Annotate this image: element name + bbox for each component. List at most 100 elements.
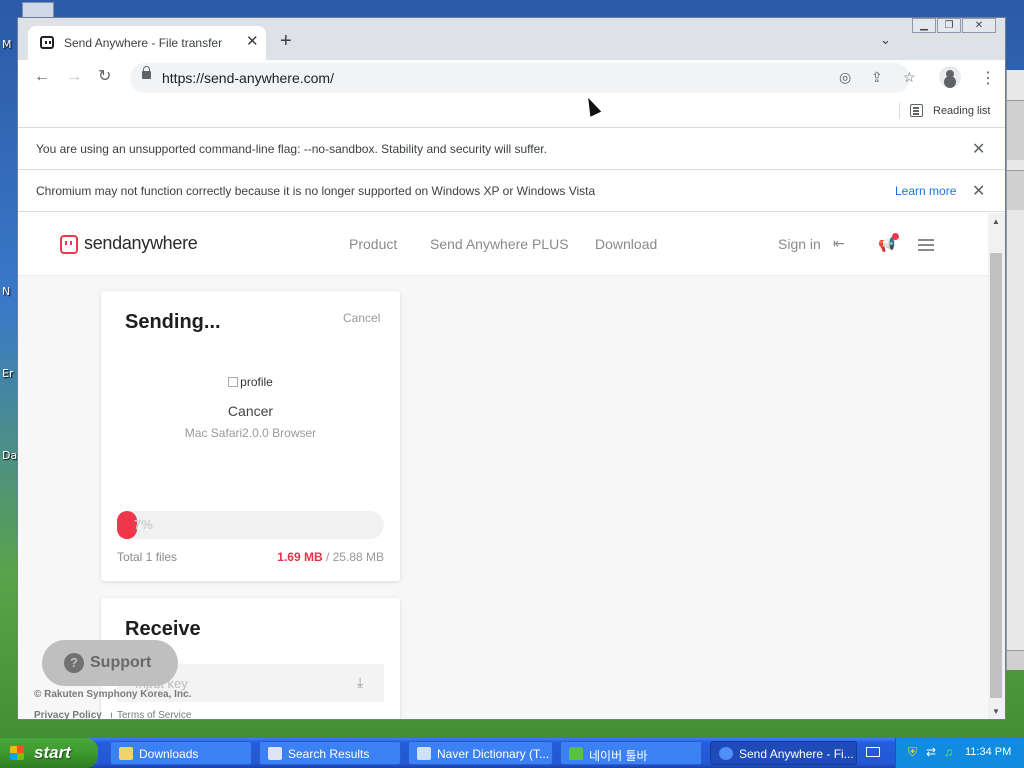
infobar-message: You are using an unsupported command-lin…	[36, 142, 547, 156]
notification-badge	[892, 233, 899, 240]
browser-toolbar: ← → ↻ https://send-anywhere.com/ ◎ ⇪ ☆ ⋮	[18, 60, 1005, 96]
sending-card: Sending... Cancel profile Cancer Mac Saf…	[101, 291, 400, 581]
total-size: / 25.88 MB	[325, 550, 384, 564]
browser-menu-icon[interactable]: ⋮	[980, 68, 996, 88]
share-icon[interactable]: ⇪	[871, 69, 883, 86]
taskbar-item-naver-toolbar[interactable]: 네이버 툴바	[560, 741, 702, 765]
tab-send-anywhere[interactable]: Send Anywhere - File transfer ✕	[28, 26, 266, 60]
taskbar-item-label: Naver Dictionary (T...	[437, 747, 550, 761]
network-icon[interactable]: ⇄	[926, 745, 936, 759]
copyright-text: © Rakuten Symphony Korea, Inc.	[34, 689, 192, 700]
taskbar-item-search-results[interactable]: Search Results	[259, 741, 401, 765]
taskbar-item-label: Search Results	[288, 747, 370, 761]
folder-icon	[119, 747, 133, 760]
scroll-thumb[interactable]	[990, 253, 1002, 698]
recipient-device: Mac Safari2.0.0 Browser	[184, 426, 317, 440]
support-label: Support	[90, 654, 152, 671]
infobar-close-icon[interactable]: ✕	[972, 139, 985, 159]
hamburger-menu-icon[interactable]	[918, 239, 934, 241]
nav-download[interactable]: Download	[595, 236, 657, 252]
terms-of-service-link[interactable]: Terms of Service	[117, 710, 191, 719]
nav-send-anywhere-plus[interactable]: Send Anywhere PLUS	[430, 236, 569, 252]
profile-avatar-icon[interactable]	[939, 66, 961, 88]
sign-in-arrow-icon[interactable]: ⇤	[833, 235, 845, 252]
tab-search-chevron-down-icon[interactable]: ⌄	[880, 32, 891, 48]
desktop-icon-label[interactable]: M	[2, 38, 12, 51]
forward-arrow-icon[interactable]: →	[66, 68, 82, 86]
start-button[interactable]: start	[0, 738, 98, 768]
search-results-icon	[268, 747, 282, 760]
back-arrow-icon[interactable]: ←	[34, 68, 50, 86]
sending-title: Sending...	[125, 311, 221, 333]
reading-list-button[interactable]: Reading list	[933, 105, 990, 117]
system-tray: ⛨ ⇄ ♫ 11:34 PM	[895, 738, 1024, 768]
sent-size: 1.69 MB	[277, 550, 323, 564]
progress-percent: 7%	[134, 517, 153, 532]
cancel-button[interactable]: Cancel	[343, 311, 380, 325]
help-question-icon: ?	[64, 653, 84, 673]
address-bar[interactable]: https://send-anywhere.com/ ◎ ⇪ ☆	[130, 63, 916, 93]
bookmark-star-icon[interactable]: ☆	[903, 69, 916, 86]
new-tab-icon[interactable]: +	[280, 31, 292, 51]
windows-flag-icon	[10, 746, 24, 760]
taskbar-item-send-anywhere[interactable]: Send Anywhere - Fi...	[710, 741, 857, 765]
taskbar-item-naver-dictionary[interactable]: Naver Dictionary (T...	[408, 741, 553, 765]
footer-separator: ı	[110, 710, 113, 720]
total-files: Total 1 files	[117, 550, 178, 564]
site-logo[interactable]: sendanywhere	[84, 233, 198, 254]
volume-icon[interactable]: ♫	[944, 745, 953, 759]
taskbar-item-downloads[interactable]: Downloads	[110, 741, 252, 765]
send-anywhere-favicon-icon	[40, 36, 54, 49]
receive-title: Receive	[125, 618, 201, 640]
privacy-policy-link[interactable]: Privacy Policy	[34, 710, 102, 719]
background-window-edge	[1006, 70, 1024, 670]
desktop-icon-label[interactable]: Er	[2, 367, 13, 380]
web-page: sendanywhere Product Send Anywhere PLUS …	[18, 213, 988, 720]
taskbar-item-label: Downloads	[139, 747, 199, 761]
document-icon	[417, 747, 431, 760]
desktop-icon-label[interactable]: N	[2, 285, 10, 298]
taskbar-clock[interactable]: 11:34 PM	[965, 746, 1011, 758]
reload-icon[interactable]: ↻	[98, 68, 111, 86]
nav-product[interactable]: Product	[349, 236, 397, 252]
broken-image-icon	[228, 377, 239, 387]
background-window-strip	[1007, 650, 1024, 670]
transfer-size: 1.69 MB / 25.88 MB	[277, 550, 384, 564]
restore-icon[interactable]: ❐	[937, 18, 961, 33]
recipient-name: Cancer	[227, 403, 274, 419]
tracking-blocked-eye-icon[interactable]: ◎	[839, 69, 851, 86]
sandbox-warning-infobar: You are using an unsupported command-lin…	[18, 128, 1005, 170]
keyboard-icon[interactable]	[866, 747, 880, 757]
url-text[interactable]: https://send-anywhere.com/	[162, 70, 334, 86]
infobar-close-icon[interactable]: ✕	[972, 181, 985, 201]
background-window-strip	[1007, 100, 1024, 160]
scroll-down-arrow-icon[interactable]: ▼	[992, 707, 1000, 716]
tab-close-icon[interactable]: ✕	[246, 33, 259, 51]
unsupported-os-infobar: Chromium may not function correctly beca…	[18, 170, 1005, 212]
profile-alt-text: profile	[240, 375, 273, 389]
site-header: sendanywhere Product Send Anywhere PLUS …	[18, 213, 988, 276]
taskbar-item-label: Send Anywhere - Fi...	[739, 747, 854, 761]
sign-in-link[interactable]: Sign in	[778, 236, 821, 252]
bookmarks-bar: Reading list	[18, 96, 1005, 128]
lock-icon[interactable]	[142, 66, 151, 79]
page-scrollbar[interactable]: ▲ ▼	[988, 213, 1005, 719]
close-window-icon[interactable]: ✕	[962, 18, 996, 33]
profile-image: profile	[101, 375, 400, 389]
browser-window: Send Anywhere - File transfer ✕ + ⌄ ▁ ❐ …	[17, 17, 1006, 720]
desktop-icon[interactable]	[22, 2, 54, 18]
desktop-icon-label[interactable]: Da	[2, 449, 17, 462]
scroll-up-arrow-icon[interactable]: ▲	[992, 217, 1000, 226]
security-shield-icon[interactable]: ⛨	[908, 745, 917, 760]
support-button[interactable]: ? Support	[42, 640, 178, 686]
reading-list-icon[interactable]	[910, 104, 923, 117]
download-icon[interactable]: ⤓	[357, 674, 363, 691]
transfer-progress-bar: 7%	[117, 511, 384, 539]
bookmarks-separator	[899, 103, 900, 119]
minimize-icon[interactable]: ▁	[912, 18, 936, 33]
tab-strip: Send Anywhere - File transfer ✕ + ⌄ ▁ ❐ …	[18, 18, 1005, 60]
learn-more-link[interactable]: Learn more	[895, 184, 956, 198]
send-anywhere-logo-icon[interactable]	[60, 235, 78, 254]
start-label: start	[34, 743, 71, 762]
tab-title: Send Anywhere - File transfer	[64, 36, 223, 50]
